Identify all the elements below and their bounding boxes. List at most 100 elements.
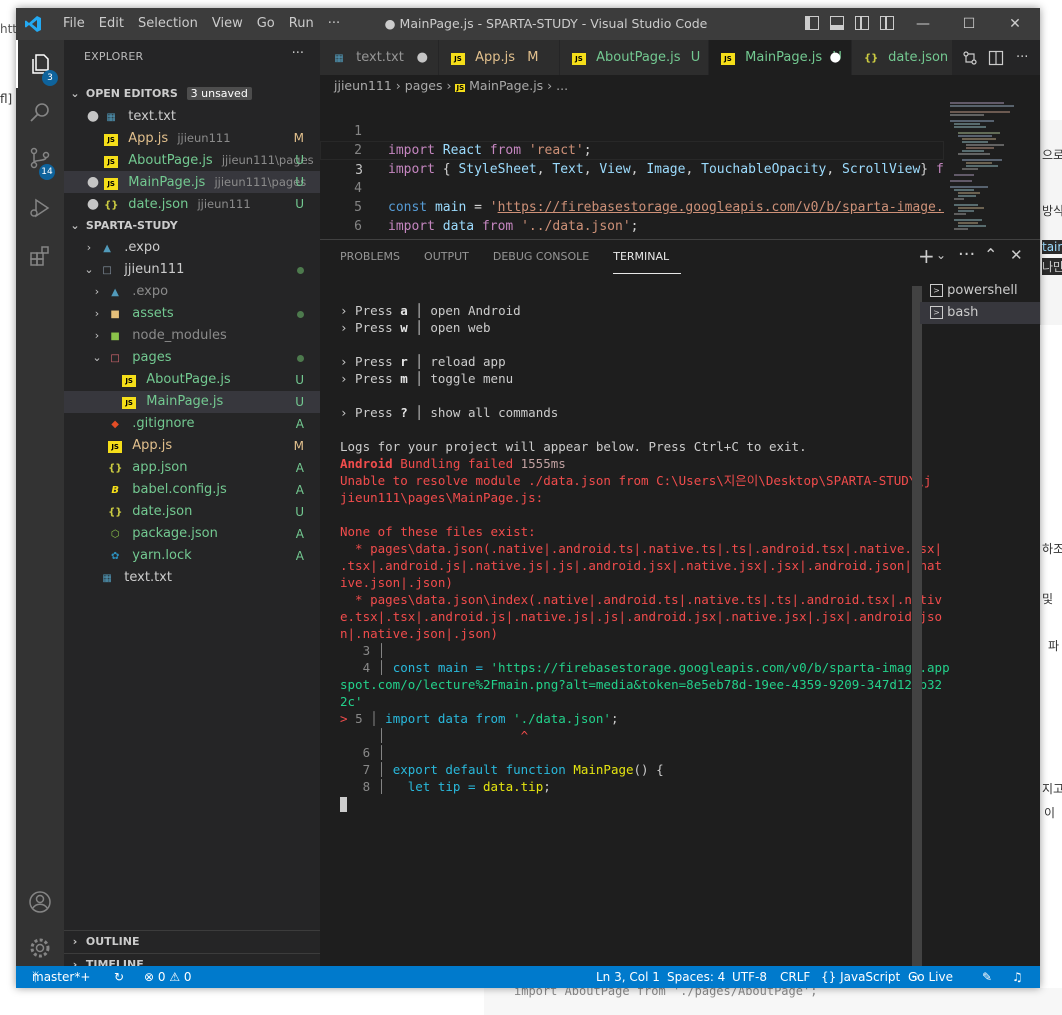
tree-folder[interactable]: ⌄ □ jjieun111 [64,259,320,281]
run-debug-activity[interactable] [16,184,64,232]
tree-file[interactable]: JS AboutPage.js U [64,369,320,391]
tree-folder[interactable]: › ▲ .expo [64,237,320,259]
accounts-activity[interactable] [16,878,64,926]
terminal-item-powershell[interactable]: > powershell [920,280,1040,302]
menu-go[interactable]: Go [250,8,282,40]
indentation[interactable]: Spaces: 4 [667,966,725,988]
tree-file-active[interactable]: JS MainPage.js U [64,391,320,413]
menu-run[interactable]: Run [282,8,321,40]
explorer-activity[interactable]: 3 [16,40,64,88]
tab-app-js[interactable]: JS App.js M [439,40,560,75]
split-editor-icon[interactable] [988,50,1004,66]
code-line: 5 import data from '../data.json'; [320,179,638,234]
outline-header[interactable]: › OUTLINE [64,930,320,953]
babel-file-icon: B [111,485,119,496]
breadcrumb-item[interactable]: ... [556,78,568,93]
tab-debug-console[interactable]: DEBUG CONSOLE [493,240,601,274]
terminal-more-button[interactable]: ··· [958,244,975,265]
code-line: 7 export default function MainPage() { [320,217,367,239]
bg-fragment: 지고 [1042,782,1062,796]
terminal-output[interactable]: › Press a │ open Android › Press w │ ope… [340,302,950,812]
open-editor-name: MainPage.js [128,175,206,190]
tree-file[interactable]: B babel.config.js A [64,479,320,501]
window-title: ● MainPage.js - SPARTA-STUDY - Visual St… [384,16,708,31]
menu-edit[interactable]: Edit [92,8,131,40]
chevron-down-icon[interactable]: ⌄ [936,248,946,262]
tab-problems[interactable]: PROBLEMS [340,240,412,274]
code-editor[interactable]: 1 import React from 'react'; 2 import { … [320,97,1040,239]
tab-aboutpage-js[interactable]: JS AboutPage.js U [560,40,709,75]
tree-file[interactable]: ▦ text.txt [64,567,320,589]
source-control-activity[interactable]: 14 [16,136,64,184]
compare-changes-icon[interactable] [962,50,978,66]
tab-date-json[interactable]: {} date.json U [852,40,953,75]
menu-view[interactable]: View [205,8,250,40]
maximize-button[interactable]: ☐ [946,8,992,40]
dirty-dot-icon[interactable]: ● [830,40,841,75]
chevron-right-icon: › [94,307,100,320]
code-line: 2 import { StyleSheet, Text, View, Image… [320,122,967,177]
timeline-header[interactable]: › TIMELINE [64,953,320,967]
customize-layout-icon[interactable] [880,16,894,30]
editor-more-button[interactable]: ··· [1016,40,1028,75]
problems-count[interactable]: ⊗ 0 ⚠ 0 [144,966,192,988]
close-button[interactable]: ✕ [992,8,1038,40]
untracked-badge: U [295,153,304,167]
tree-folder[interactable]: ⌄ □ pages [64,347,320,369]
tree-file[interactable]: {} date.json U [64,501,320,523]
project-header[interactable]: ⌄ SPARTA-STUDY [64,215,320,237]
encoding[interactable]: UTF-8 [732,966,767,988]
tree-file[interactable]: ⬡ package.json A [64,523,320,545]
open-editor-item-active[interactable]: ● JS MainPage.js jjieun111\pages U [64,171,320,193]
extensions-activity[interactable] [16,232,64,280]
toggle-sidebar-icon[interactable] [805,16,819,30]
tree-file[interactable]: {} app.json A [64,457,320,479]
open-editor-item[interactable]: JS AboutPage.js jjieun111\pages U [64,149,320,171]
new-terminal-button[interactable]: + [918,244,935,268]
open-editor-item[interactable]: JS App.js jjieun111 M [64,127,320,149]
open-editors-header[interactable]: ⌄ OPEN EDITORS 3 unsaved [64,83,320,105]
cursor-position[interactable]: Ln 3, Col 1 [596,966,660,988]
bell-icon[interactable]: ♫ [1012,966,1023,988]
code-line: 1 import React from 'react'; [320,103,591,158]
breadcrumb-item[interactable]: MainPage.js [469,78,543,93]
sync-icon[interactable]: ↻ [114,966,124,988]
open-editor-item[interactable]: ● {} date.json jjieun111 U [64,193,320,215]
close-panel-icon[interactable]: ✕ [1010,246,1023,264]
menu-more[interactable]: ··· [321,8,347,40]
line-endings[interactable]: CRLF [780,966,810,988]
explorer-more-button[interactable]: ··· [292,46,304,61]
menu-file[interactable]: File [56,8,92,40]
breadcrumb-item[interactable]: pages [405,78,443,93]
terminal-line: None of these files exist: [340,524,536,539]
split-editor-layout-icon[interactable] [855,16,869,30]
status-bar: ᛉ master*+ ↻ ⊗ 0 ⚠ 0 Ln 3, Col 1 Spaces:… [16,966,1040,988]
tab-output[interactable]: OUTPUT [424,240,481,274]
language-mode[interactable]: {} JavaScript [821,966,900,988]
tab-text-txt[interactable]: ▦ text.txt ● [320,40,439,75]
terminal-scrollbar[interactable] [912,286,922,966]
tree-file[interactable]: ✿ yarn.lock A [64,545,320,567]
menu-selection[interactable]: Selection [131,8,205,40]
tree-name: .expo [132,284,169,299]
feedback-icon[interactable]: ✎ [982,966,992,988]
tab-mainpage-js[interactable]: JS MainPage.js U ● [709,40,852,75]
terminal-line: 8 │ let tip = data.tip; [340,779,551,794]
open-editor-item[interactable]: ● ▦ text.txt [64,105,320,127]
toggle-panel-icon[interactable] [830,16,844,30]
terminal-line: Logs for your project will appear below.… [340,439,807,454]
tab-terminal[interactable]: TERMINAL [613,240,682,274]
maximize-panel-icon[interactable]: ⌃ [984,245,997,264]
tree-name: MainPage.js [146,394,224,409]
tree-file[interactable]: ◆ .gitignore A [64,413,320,435]
tree-file[interactable]: JS App.js M [64,435,320,457]
minimap[interactable] [944,97,1020,239]
tree-folder[interactable]: › ■ assets [64,303,320,325]
dirty-dot-icon[interactable]: ● [417,40,428,75]
tree-folder[interactable]: › ■ node_modules [64,325,320,347]
terminal-item-bash[interactable]: > bash [920,302,1040,324]
minimize-button[interactable]: — [900,8,946,40]
tree-folder[interactable]: › ▲ .expo [64,281,320,303]
search-activity[interactable] [16,88,64,136]
breadcrumb-item[interactable]: jjieun111 [334,78,392,93]
